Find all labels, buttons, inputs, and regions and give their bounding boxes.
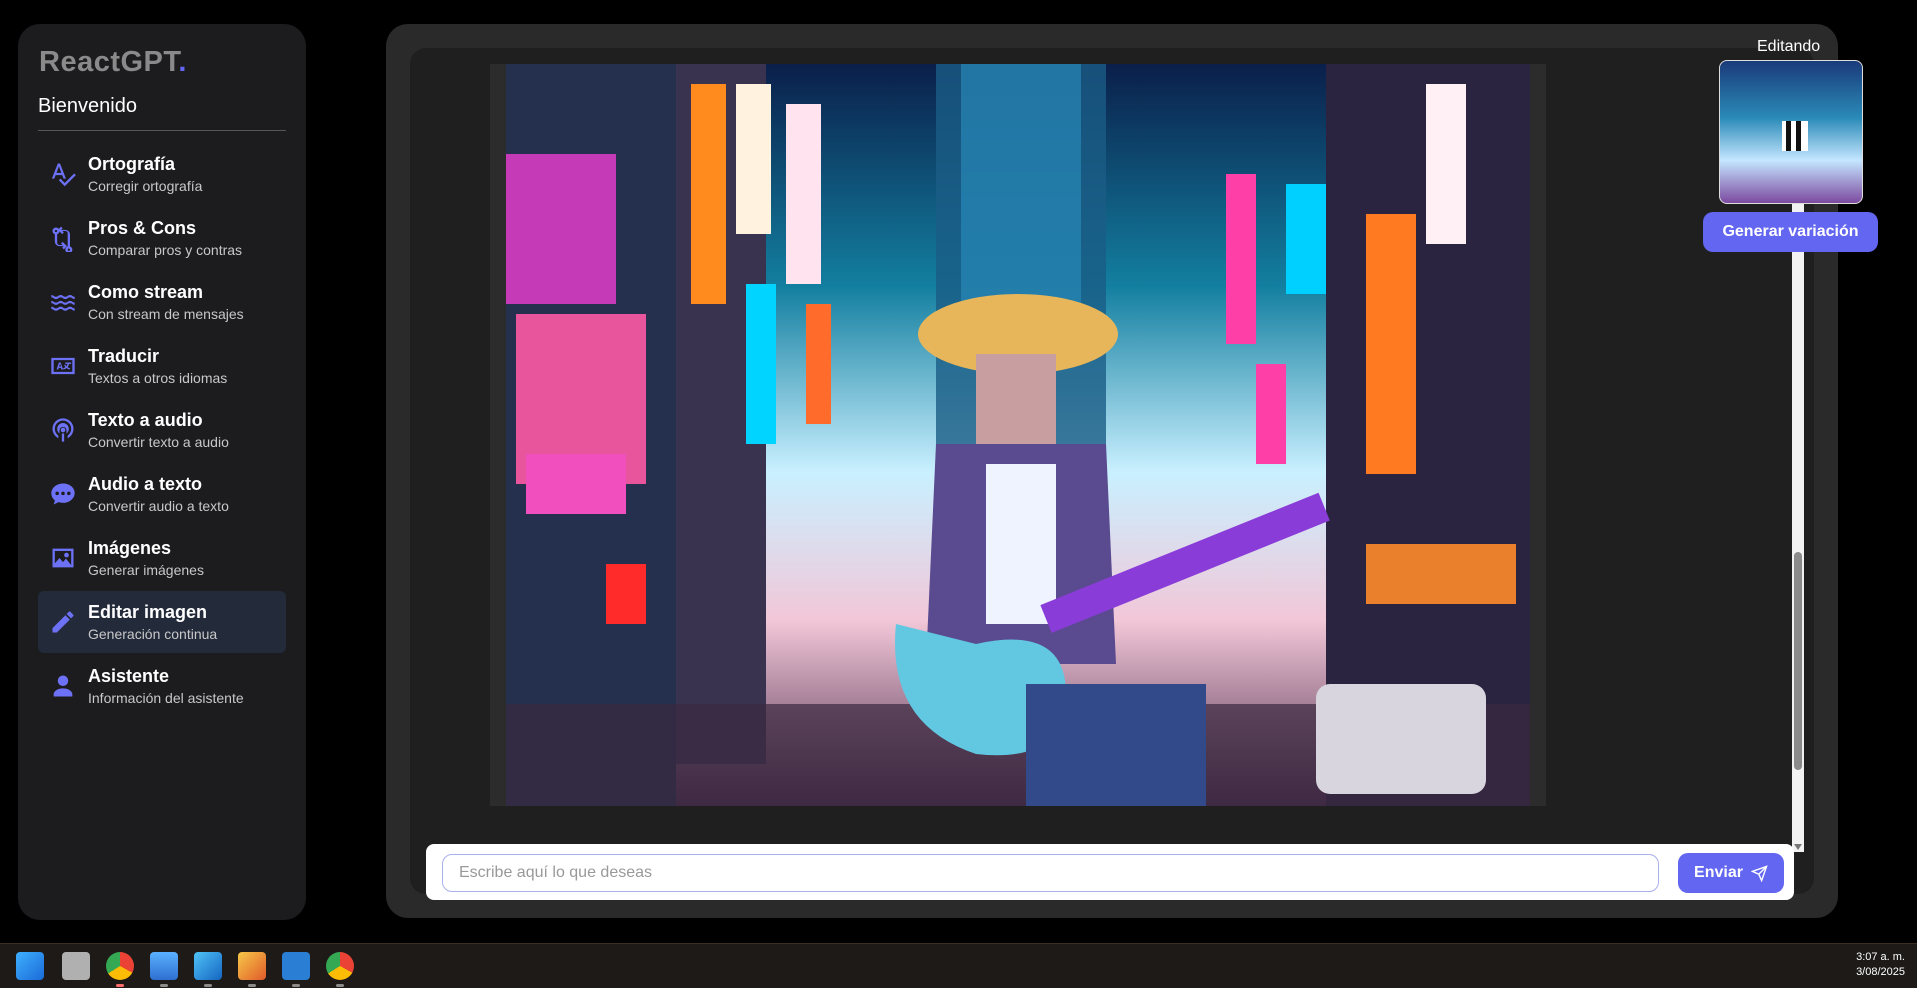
sidebar-item-title: Editar imagen xyxy=(88,602,208,622)
message-input-bar: Enviar xyxy=(426,844,1794,900)
pencil-icon xyxy=(46,605,80,639)
user-icon xyxy=(46,669,80,703)
system-clock[interactable]: 3:07 a. m. 3/08/2025 xyxy=(1856,950,1905,980)
sidebar-item-title: Asistente xyxy=(88,666,170,686)
sidebar-item-stream[interactable]: Como stream Con stream de mensajes xyxy=(38,271,286,333)
taskbar: 3:07 a. m. 3/08/2025 xyxy=(0,943,1917,988)
sidebar-item-imagenes[interactable]: Imágenes Generar imágenes xyxy=(38,527,286,589)
sidebar-item-editar-imagen[interactable]: Editar imagen Generación continua xyxy=(38,591,286,653)
main-panel: Enviar xyxy=(386,24,1838,918)
send-button-label: Enviar xyxy=(1694,864,1743,881)
paint-icon[interactable] xyxy=(194,952,222,980)
sidebar-item-title: Audio a texto xyxy=(88,474,203,494)
git-icon[interactable] xyxy=(238,952,266,980)
generate-variation-button[interactable]: Generar variación xyxy=(1703,212,1878,252)
app-running-indicator xyxy=(292,984,300,987)
app-running-indicator xyxy=(336,984,344,987)
sidebar-item-traducir[interactable]: Traducir Textos a otros idiomas xyxy=(38,335,286,397)
sidebar-item-pros-cons[interactable]: Pros & Cons Comparar pros y contras xyxy=(38,207,286,269)
sidebar-item-subtitle: Generación continua xyxy=(88,626,218,642)
message-input[interactable] xyxy=(442,854,1659,892)
sidebar-item-title: Texto a audio xyxy=(88,410,203,430)
active-app-indicator xyxy=(116,984,124,987)
task-view-icon[interactable] xyxy=(62,952,90,980)
windows-start-icon[interactable] xyxy=(16,952,44,980)
sidebar-item-title: Ortografía xyxy=(88,154,176,174)
sidebar-item-title: Imágenes xyxy=(88,538,172,558)
sidebar-item-title: Traducir xyxy=(88,346,160,366)
photos-icon[interactable] xyxy=(150,952,178,980)
scrollbar-thumb[interactable] xyxy=(1794,552,1802,770)
sidebar-item-subtitle: Corregir ortografía xyxy=(88,178,203,194)
stream-waves-icon xyxy=(46,285,80,319)
sidebar-item-subtitle: Información del asistente xyxy=(88,690,244,706)
scroll-down-arrow-icon[interactable] xyxy=(1794,844,1802,850)
generated-image-frame xyxy=(490,64,1546,806)
app-running-indicator xyxy=(248,984,256,987)
sidebar-item-asistente[interactable]: Asistente Información del asistente xyxy=(38,655,286,717)
paper-plane-icon xyxy=(1750,864,1768,882)
podcast-icon xyxy=(46,413,80,447)
editing-thumbnail[interactable] xyxy=(1719,60,1863,204)
spellcheck-icon xyxy=(46,157,80,191)
vscode-icon[interactable] xyxy=(282,952,310,980)
send-button[interactable]: Enviar xyxy=(1678,853,1784,893)
welcome-text: Bienvenido xyxy=(38,95,286,131)
generated-image[interactable] xyxy=(506,64,1530,806)
chrome-icon[interactable] xyxy=(326,952,354,980)
sidebar-item-title: Como stream xyxy=(88,282,204,302)
sidebar-menu: Ortografía Corregir ortografía Pros & Co… xyxy=(38,143,286,717)
thumbnail-mask-stripe xyxy=(1786,121,1791,151)
sidebar-item-subtitle: Comparar pros y contras xyxy=(88,242,243,258)
sidebar-item-title: Pros & Cons xyxy=(88,218,197,238)
sidebar-item-subtitle: Convertir audio a texto xyxy=(88,498,229,514)
translate-icon xyxy=(46,349,80,383)
chat-area: Enviar xyxy=(410,48,1814,900)
thumbnail-mask-stripe xyxy=(1796,121,1801,151)
clock-date: 3/08/2025 xyxy=(1856,966,1905,978)
clock-time: 3:07 a. m. xyxy=(1856,951,1905,963)
chrome-icon[interactable] xyxy=(106,952,134,980)
sidebar-item-subtitle: Textos a otros idiomas xyxy=(88,370,228,386)
sidebar-item-subtitle: Convertir texto a audio xyxy=(88,434,229,450)
sidebar-item-audio-texto[interactable]: Audio a texto Convertir audio a texto xyxy=(38,463,286,525)
image-icon xyxy=(46,541,80,575)
sidebar-item-subtitle: Con stream de mensajes xyxy=(88,306,244,322)
app-running-indicator xyxy=(160,984,168,987)
compare-arrows-icon xyxy=(46,221,80,255)
editing-label: Editando xyxy=(1757,38,1821,55)
sidebar-item-subtitle: Generar imágenes xyxy=(88,562,204,578)
app-logo: ReactGPT. xyxy=(39,46,187,78)
sidebar-item-ortografia[interactable]: Ortografía Corregir ortografía xyxy=(38,143,286,205)
app-running-indicator xyxy=(204,984,212,987)
sidebar-item-texto-audio[interactable]: Texto a audio Convertir texto a audio xyxy=(38,399,286,461)
sidebar: ReactGPT. Bienvenido Ortografía Corregir… xyxy=(18,24,306,920)
chat-bubble-icon xyxy=(46,477,80,511)
generated-image-illustration xyxy=(506,64,1530,806)
